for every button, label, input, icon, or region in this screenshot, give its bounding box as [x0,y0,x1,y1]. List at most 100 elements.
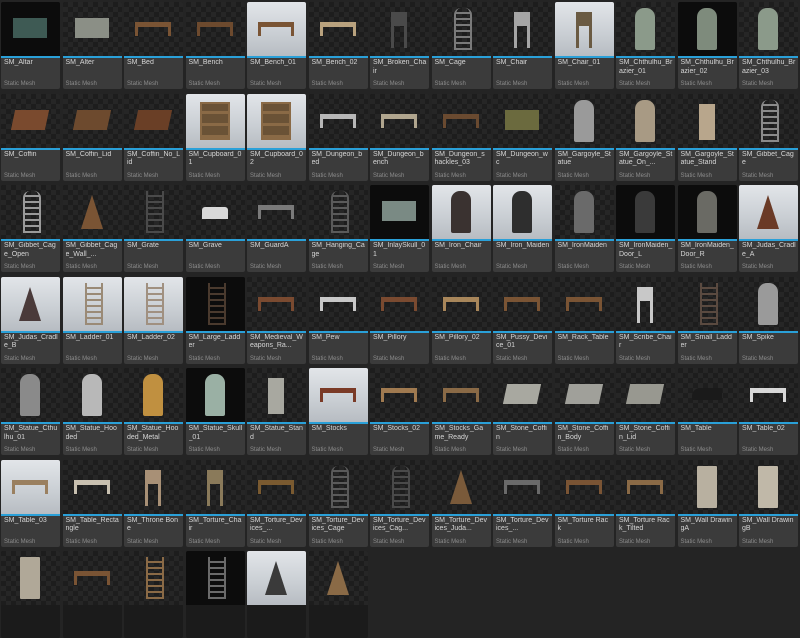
asset-tile[interactable]: SM_Bench Static Mesh [185,2,245,89]
asset-tile[interactable]: SM_Judas_Cradle_B Static Mesh [1,276,60,364]
asset-tile[interactable]: SM_IronMaiden_Door_R Static Mesh [677,185,737,272]
asset-type: Static Mesh [742,172,774,179]
asset-tile[interactable]: SM_Table Static Mesh [677,368,737,455]
asset-tile[interactable]: SM_InlaySkull_01 Static Mesh [370,185,429,272]
asset-thumbnail [62,551,122,605]
asset-thumbnail [308,551,368,605]
asset-tile[interactable]: SM_Stocks_02 Static Mesh [370,368,429,455]
asset-tile[interactable]: SM_Chthulhu_Brazier_03 Static Mesh [739,2,798,89]
asset-tile[interactable]: SM_Gargoyle_Statue Static Mesh [554,93,614,181]
asset-tile[interactable]: SM_Altar Static Mesh [1,2,60,89]
asset-tile[interactable]: SM_Torture Rack_Tilted Static Mesh [616,459,675,547]
asset-tile[interactable]: SM_Torture Rack Static Mesh [554,459,614,547]
asset-tile[interactable] [124,551,183,638]
asset-tile[interactable]: SM_Stone_Coffin Static Mesh [493,368,552,455]
asset-tile[interactable]: SM_Torture_Devices_Juda... Static Mesh [431,459,491,547]
ladder-icon [146,282,164,325]
asset-tile[interactable]: SM_Statue_Skull_01 Static Mesh [185,368,245,455]
asset-tile[interactable]: SM_Table_Rectangle Static Mesh [62,459,122,547]
asset-tile[interactable]: SM_Pillory Static Mesh [370,276,429,364]
asset-tile[interactable]: SM_Table_03 Static Mesh [1,459,60,547]
asset-tile[interactable]: SM_Alter Static Mesh [62,2,122,89]
asset-tile[interactable]: SM_Hanging_Cage Static Mesh [308,185,368,272]
asset-tile[interactable]: SM_Torture_Devices_Cage Static Mesh [308,459,368,547]
asset-tile[interactable]: SM_Gargoyle_Statue_On_... Static Mesh [616,93,675,181]
asset-tile[interactable]: SM_Coffin_Lid Static Mesh [62,93,122,181]
asset-tile[interactable]: SM_Dungeon_wc Static Mesh [493,93,552,181]
asset-tile[interactable]: SM_Iron_Chair Static Mesh [431,185,491,272]
asset-info: SM_IronMaiden_Door_R Static Mesh [677,241,737,272]
asset-tile[interactable]: SM_Chthulhu_Brazier_01 Static Mesh [616,2,675,89]
asset-tile[interactable]: SM_Cupboard_01 Static Mesh [185,93,245,181]
asset-tile[interactable]: SM_Bed Static Mesh [124,2,183,89]
asset-tile[interactable]: SM_Stone_Coffin_Lid Static Mesh [616,368,675,455]
asset-tile[interactable]: SM_Broken_Chair Static Mesh [370,2,429,89]
asset-type: Static Mesh [680,172,712,179]
asset-tile[interactable]: SM_Cage Static Mesh [431,2,491,89]
asset-tile[interactable]: SM_Scribe_Chair Static Mesh [616,276,675,364]
asset-thumbnail [739,185,798,239]
asset-tile[interactable]: SM_Wall DrawingA Static Mesh [677,459,737,547]
asset-tile[interactable]: SM_Ladder_02 Static Mesh [124,276,183,364]
asset-tile[interactable]: SM_Judas_Cradle_A Static Mesh [739,185,798,272]
asset-tile[interactable]: SM_Ladder_01 Static Mesh [62,276,122,364]
coffin-icon [133,109,173,130]
asset-tile[interactable]: SM_Torture_Devices_Cag... Static Mesh [370,459,429,547]
asset-tile[interactable]: SM_Gibbet_Cage Static Mesh [739,93,798,181]
asset-tile[interactable]: SM_Statue_Hooded_Metal Static Mesh [124,368,183,455]
asset-name: SM_Cage [434,59,466,66]
asset-tile[interactable]: SM_Dungeon_bench Static Mesh [370,93,429,181]
asset-tile[interactable]: SM_Statue_Cthulhu_01 Static Mesh [1,368,60,455]
asset-tile[interactable]: SM_Pillory_02 Static Mesh [431,276,491,364]
asset-tile[interactable]: SM_Rack_Table Static Mesh [554,276,614,364]
asset-tile[interactable]: SM_Stocks_Game_Ready Static Mesh [431,368,491,455]
asset-tile[interactable]: SM_GuardA Static Mesh [247,185,306,272]
asset-tile[interactable]: SM_Bench_01 Static Mesh [247,2,306,89]
asset-tile[interactable]: SM_Spike Static Mesh [739,276,798,364]
asset-tile[interactable]: SM_Dungeon_shackles_03 Static Mesh [431,93,491,181]
asset-tile[interactable] [247,551,306,638]
asset-tile[interactable] [1,551,60,638]
rack-icon [258,296,294,311]
asset-tile[interactable]: SM_Gargoyle_Statue_Stand Static Mesh [677,93,737,181]
asset-tile[interactable]: SM_Statue_Hooded Static Mesh [62,368,122,455]
asset-tile[interactable]: SM_Throne Bone Static Mesh [124,459,183,547]
shackles-icon [442,113,479,128]
asset-tile[interactable]: SM_Small_Ladder Static Mesh [677,276,737,364]
cage-icon [23,191,41,233]
asset-tile[interactable]: SM_Medieval_Weapons_Ra... Static Mesh [247,276,306,364]
asset-tile[interactable]: SM_Large_Ladder Static Mesh [185,276,245,364]
asset-name: SM_Dungeon_bed [311,150,363,167]
asset-type: Static Mesh [557,81,589,87]
asset-tile[interactable]: SM_Coffin Static Mesh [1,93,60,181]
asset-tile[interactable]: SM_Stocks Static Mesh [308,368,368,455]
asset-info: SM_Stocks Static Mesh [308,424,368,455]
asset-tile[interactable]: SM_Pew Static Mesh [308,276,368,364]
asset-tile[interactable]: SM_Wall DrawingB Static Mesh [739,459,798,547]
asset-tile[interactable]: SM_Grave Static Mesh [185,185,245,272]
asset-tile[interactable]: SM_Bench_02 Static Mesh [308,2,368,89]
asset-info: SM_Gibbet_Cage Static Mesh [739,149,798,181]
asset-tile[interactable]: SM_Gibbet_Cage_Open Static Mesh [1,185,60,272]
asset-tile[interactable]: SM_Gibbet_Cage_Wall_... Static Mesh [62,185,122,272]
asset-tile[interactable]: SM_Coffin_No_Lid Static Mesh [124,93,183,181]
asset-tile[interactable]: SM_Chair Static Mesh [493,2,552,89]
asset-tile[interactable]: SM_Stone_Coffin_Body Static Mesh [554,368,614,455]
asset-tile[interactable]: SM_Table_02 Static Mesh [739,368,798,455]
asset-tile[interactable]: SM_IronMaiden Static Mesh [554,185,614,272]
asset-tile[interactable] [62,551,122,638]
asset-tile[interactable]: SM_Chair_01 Static Mesh [554,2,614,89]
asset-tile[interactable]: SM_Dungeon_bed Static Mesh [308,93,368,181]
asset-tile[interactable]: SM_IronMaiden_Door_L Static Mesh [616,185,675,272]
asset-tile[interactable]: SM_Torture_Devices_... Static Mesh [247,459,306,547]
asset-tile[interactable]: SM_Chthulhu_Brazier_02 Static Mesh [677,2,737,89]
asset-tile[interactable]: SM_Torture_Chair Static Mesh [185,459,245,547]
asset-tile[interactable]: SM_Torture_Devices_... Static Mesh [493,459,552,547]
asset-tile[interactable]: SM_Statue_Stand Static Mesh [247,368,306,455]
asset-tile[interactable]: SM_Cupboard_02 Static Mesh [247,93,306,181]
asset-tile[interactable]: SM_Pussy_Device_01 Static Mesh [493,276,552,364]
asset-tile[interactable]: SM_Iron_Maiden Static Mesh [493,185,552,272]
asset-tile[interactable] [185,551,245,638]
asset-tile[interactable] [308,551,368,638]
asset-tile[interactable]: SM_Grate Static Mesh [124,185,183,272]
